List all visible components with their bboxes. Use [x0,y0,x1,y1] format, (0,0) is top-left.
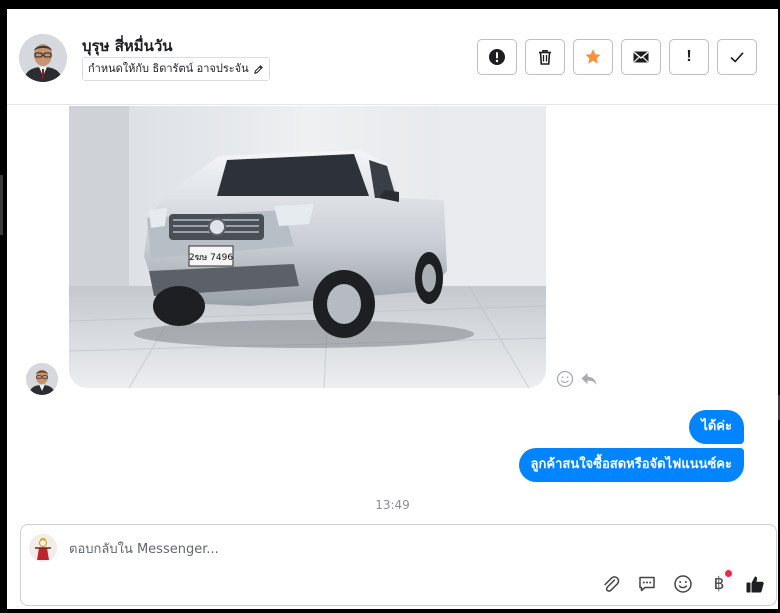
avatar-portrait-icon [19,34,67,82]
done-button[interactable] [717,39,757,75]
message-timestamp: 13:49 [375,498,410,512]
page-avatar [29,534,57,562]
check-icon [730,52,744,63]
app-frame: บุรุษ สี่หมื่นวัน กำหนดให้กับ ธิดารัตน์ … [0,0,780,613]
emoji-react-icon[interactable] [556,370,574,388]
contact-avatar[interactable] [19,34,67,82]
trash-icon [539,50,551,65]
sender-avatar[interactable] [26,363,58,395]
spam-button[interactable] [477,39,517,75]
emoji-icon [674,575,692,593]
star-icon [585,49,601,64]
envelope-icon [633,51,649,63]
payment-button[interactable]: ฿ [708,570,732,595]
pencil-icon [253,64,263,74]
mark-unread-button[interactable] [621,39,661,75]
exclamation-icon: ! [686,48,692,65]
message-actions [556,370,598,388]
reply-composer: ฿ [20,524,777,606]
saved-replies-button[interactable] [636,573,658,595]
emoji-button[interactable] [672,573,694,595]
delete-button[interactable] [525,39,565,75]
avatar-portrait-icon [26,363,58,395]
paperclip-icon [604,576,620,592]
car-photo-attachment[interactable]: 2ฆษ 7496 [69,106,546,388]
composer-toolbar: ฿ [600,570,766,595]
conversation-panel: บุรุษ สี่หมื่นวัน กำหนดให้กับ ธิดารัตน์ … [7,9,778,609]
license-plate: 2ฆษ 7496 [189,253,233,263]
page-logo-icon [29,534,57,562]
star-button[interactable] [573,39,613,75]
reply-input[interactable] [69,539,709,559]
message-bubble-outgoing[interactable]: ได้ค่ะ [689,410,744,444]
conversation-header: บุรุษ สี่หมื่นวัน กำหนดให้กับ ธิดารัตน์ … [7,9,778,105]
assign-button[interactable]: กำหนดให้กับ ธิดารัตน์ อาจประจัน [82,57,270,81]
like-button[interactable] [744,573,766,595]
alert-circle-icon [489,49,505,65]
window-edge [0,175,3,235]
contact-name[interactable]: บุรุษ สี่หมื่นวัน [82,34,173,58]
baht-icon: ฿ [713,574,725,594]
message-thread[interactable]: 2ฆษ 7496 ได้ค่ะ ลูกค้าสนใจซื้อสดหรือจัดไ… [7,106,778,524]
message-bubble-outgoing[interactable]: ลูกค้าสนใจซื้อสดหรือจัดไฟแนนซ์คะ [518,448,744,482]
notification-dot [725,570,732,577]
thumbs-up-icon [746,576,764,593]
pickup-truck-image: 2ฆษ 7496 [69,106,546,388]
reply-icon[interactable] [580,370,598,388]
conversation-toolbar: ! [477,39,757,75]
attach-button[interactable] [600,573,622,595]
assign-label: กำหนดให้กับ ธิดารัตน์ อาจประจัน [88,62,249,75]
speech-bubble-icon [639,576,655,592]
follow-up-button[interactable]: ! [669,39,709,75]
